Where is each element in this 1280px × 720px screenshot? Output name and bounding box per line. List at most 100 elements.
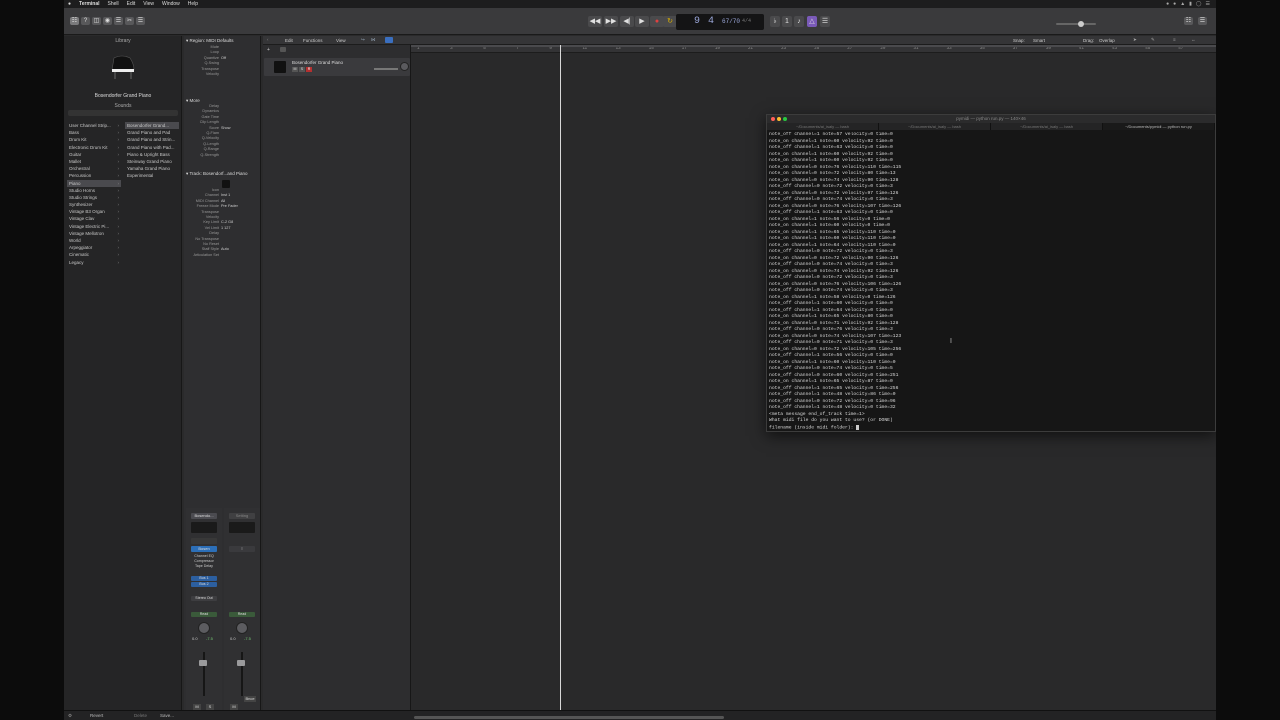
library-category-item[interactable]: Piano › [67,179,121,187]
library-patch-item[interactable]: Piano & Upright Bass [125,151,179,158]
inspector-parameter-row[interactable]: Velocity [184,72,261,77]
solo-button[interactable]: 1 [782,16,792,27]
count-in-button[interactable]: ♪ [794,16,804,27]
zoom-icon[interactable]: ↔ [1191,37,1196,42]
library-patch-item[interactable]: Grand Piano and Strin... [125,136,179,143]
play-button[interactable]: ▶ [635,16,649,27]
library-category-item[interactable]: Legacy › [67,259,121,266]
library-patch-item[interactable]: Yamaha Grand Piano [125,165,179,172]
menu-help[interactable]: Help [184,1,202,7]
track-pan-knob[interactable] [400,62,409,71]
track-volume-slider[interactable] [374,68,398,70]
volume-fader[interactable] [199,660,207,666]
wifi-icon[interactable]: ▲ [1180,1,1185,7]
chevron-left-icon[interactable]: ‹ [267,37,269,42]
edit-menu[interactable]: Edit [285,38,293,43]
inspector-parameter-row[interactable]: Articulation Set [184,253,261,258]
delete-button[interactable]: Delete [134,713,147,718]
pan-knob[interactable] [198,622,210,634]
menu-view[interactable]: View [139,1,158,7]
view-menu[interactable]: View [336,38,346,43]
setting-button[interactable]: Setting [229,513,255,519]
automation-mode[interactable]: Read [229,612,255,617]
master-volume-slider[interactable] [1056,21,1096,27]
record-button[interactable]: ● [650,16,664,27]
rewind-button[interactable]: ◀◀ [588,16,602,27]
library-category-item[interactable]: Percussion › [67,172,121,179]
fx-slot-1[interactable]: Channel EQ [191,554,217,558]
zoom-icon[interactable] [783,117,787,121]
library-patch-item[interactable]: Experimental [125,172,179,179]
library-category-item[interactable]: Cinematic › [67,251,121,258]
library-category-item[interactable]: Drum Kit › [67,136,121,143]
global-tracks-icon[interactable] [280,47,286,52]
pencil-tool-icon[interactable]: ✎ [1151,37,1155,43]
track-row[interactable]: Bosendorfer Grand Piano M S R [264,58,410,76]
library-category-item[interactable]: Vintage Clav › [67,215,121,222]
menu-terminal[interactable]: Terminal [75,1,103,7]
library-patch-item[interactable]: Bosendorfer Grand... [125,122,179,130]
library-patch-item[interactable]: Grand Piano and Pad [125,129,179,136]
list-editors-button[interactable]: ☰ [820,16,830,27]
search-icon[interactable]: ◯ [1196,1,1202,7]
fx-slot-3[interactable]: Tape Delay [191,564,217,568]
tuner-button[interactable]: ♭ [770,16,780,27]
save-button[interactable]: Save... [160,713,174,718]
library-category-item[interactable]: Studio Horns › [67,187,121,194]
revert-button[interactable]: Revert [90,713,103,718]
track-name[interactable]: Bosendorfer Grand Piano [292,60,343,65]
fx-slot[interactable]: ≡ [229,546,255,552]
inspector-parameter-row[interactable]: Q-Strength [184,153,261,158]
menu-edit[interactable]: Edit [123,1,140,7]
playhead[interactable] [560,45,561,715]
library-button[interactable]: ☷ [70,17,79,25]
lcd-display[interactable]: 9 4 67/70 4/4 [676,14,764,30]
eq-display[interactable] [229,522,255,533]
track-mute-button[interactable]: M [292,67,298,72]
browsers-button[interactable]: ☰ [1198,17,1207,25]
library-category-item[interactable]: User Channel Strip... › [67,122,121,129]
terminal-output[interactable]: note_off channel=1 note=57 velocity=0 ti… [767,132,1215,430]
instrument-slot[interactable]: Bosen [191,546,217,552]
battery-icon[interactable]: ▮ [1189,1,1192,7]
apple-menu-icon[interactable]: ● [64,1,75,7]
minimize-icon[interactable] [777,117,781,121]
library-patch-item[interactable]: Steinway Grand Piano [125,158,179,165]
track-record-button[interactable]: R [306,67,312,72]
close-icon[interactable] [771,117,775,121]
library-category-item[interactable]: Electronic Drum Kit › [67,144,121,151]
volume-fader[interactable] [237,660,245,666]
drag-value[interactable]: Overlap [1099,38,1115,43]
midi-fx-slot[interactable] [191,538,217,544]
library-category-item[interactable]: Vintage Mellotron › [67,230,121,237]
master-volume-knob[interactable] [1078,21,1084,27]
send-slot-2[interactable]: Bus 2 [191,582,217,587]
library-category-item[interactable]: Bass › [67,129,121,136]
smart-controls-button[interactable]: ◉ [103,17,112,25]
status-icon[interactable]: ● [1166,1,1169,7]
gear-icon[interactable]: ⚙ [68,713,72,719]
metronome-button[interactable]: △ [807,16,817,27]
status-icon[interactable]: ● [1173,1,1176,7]
track-solo-button[interactable]: S [299,67,305,72]
terminal-tab-active[interactable]: ~/Documents/pymidi — python run.py [1103,123,1215,130]
send-slot-1[interactable]: Bus 1 [191,576,217,581]
terminal-tab[interactable]: ~/Documents/ai_isaly — bash [767,123,879,130]
terminal-tab[interactable]: ~/Documents/ai_isaly — bash [991,123,1103,130]
setting-button[interactable]: Bosendo... [191,513,217,519]
library-category-item[interactable]: Guitar › [67,151,121,158]
terminal-titlebar[interactable]: pymidi — python run.py — 140×46 [767,115,1215,123]
library-category-item[interactable]: Studio Strings › [67,194,121,201]
horizontal-scrollbar[interactable] [414,716,724,719]
eq-display[interactable] [191,522,217,533]
go-to-start-button[interactable]: ◀| [620,16,634,27]
notepad-button[interactable]: ☷ [1184,17,1193,25]
cycle-button[interactable]: ↻ [663,16,677,27]
library-category-item[interactable]: World › [67,237,121,244]
mixer-button[interactable]: ☰ [114,17,123,25]
track-icon[interactable] [222,180,230,188]
help-button[interactable]: ? [81,17,90,25]
region-header[interactable]: ▾ Region: MIDI Defaults [186,38,234,44]
library-patch-item[interactable]: Grand Piano with Pad... [125,144,179,151]
scissors-icon[interactable]: ☰ [136,17,145,25]
